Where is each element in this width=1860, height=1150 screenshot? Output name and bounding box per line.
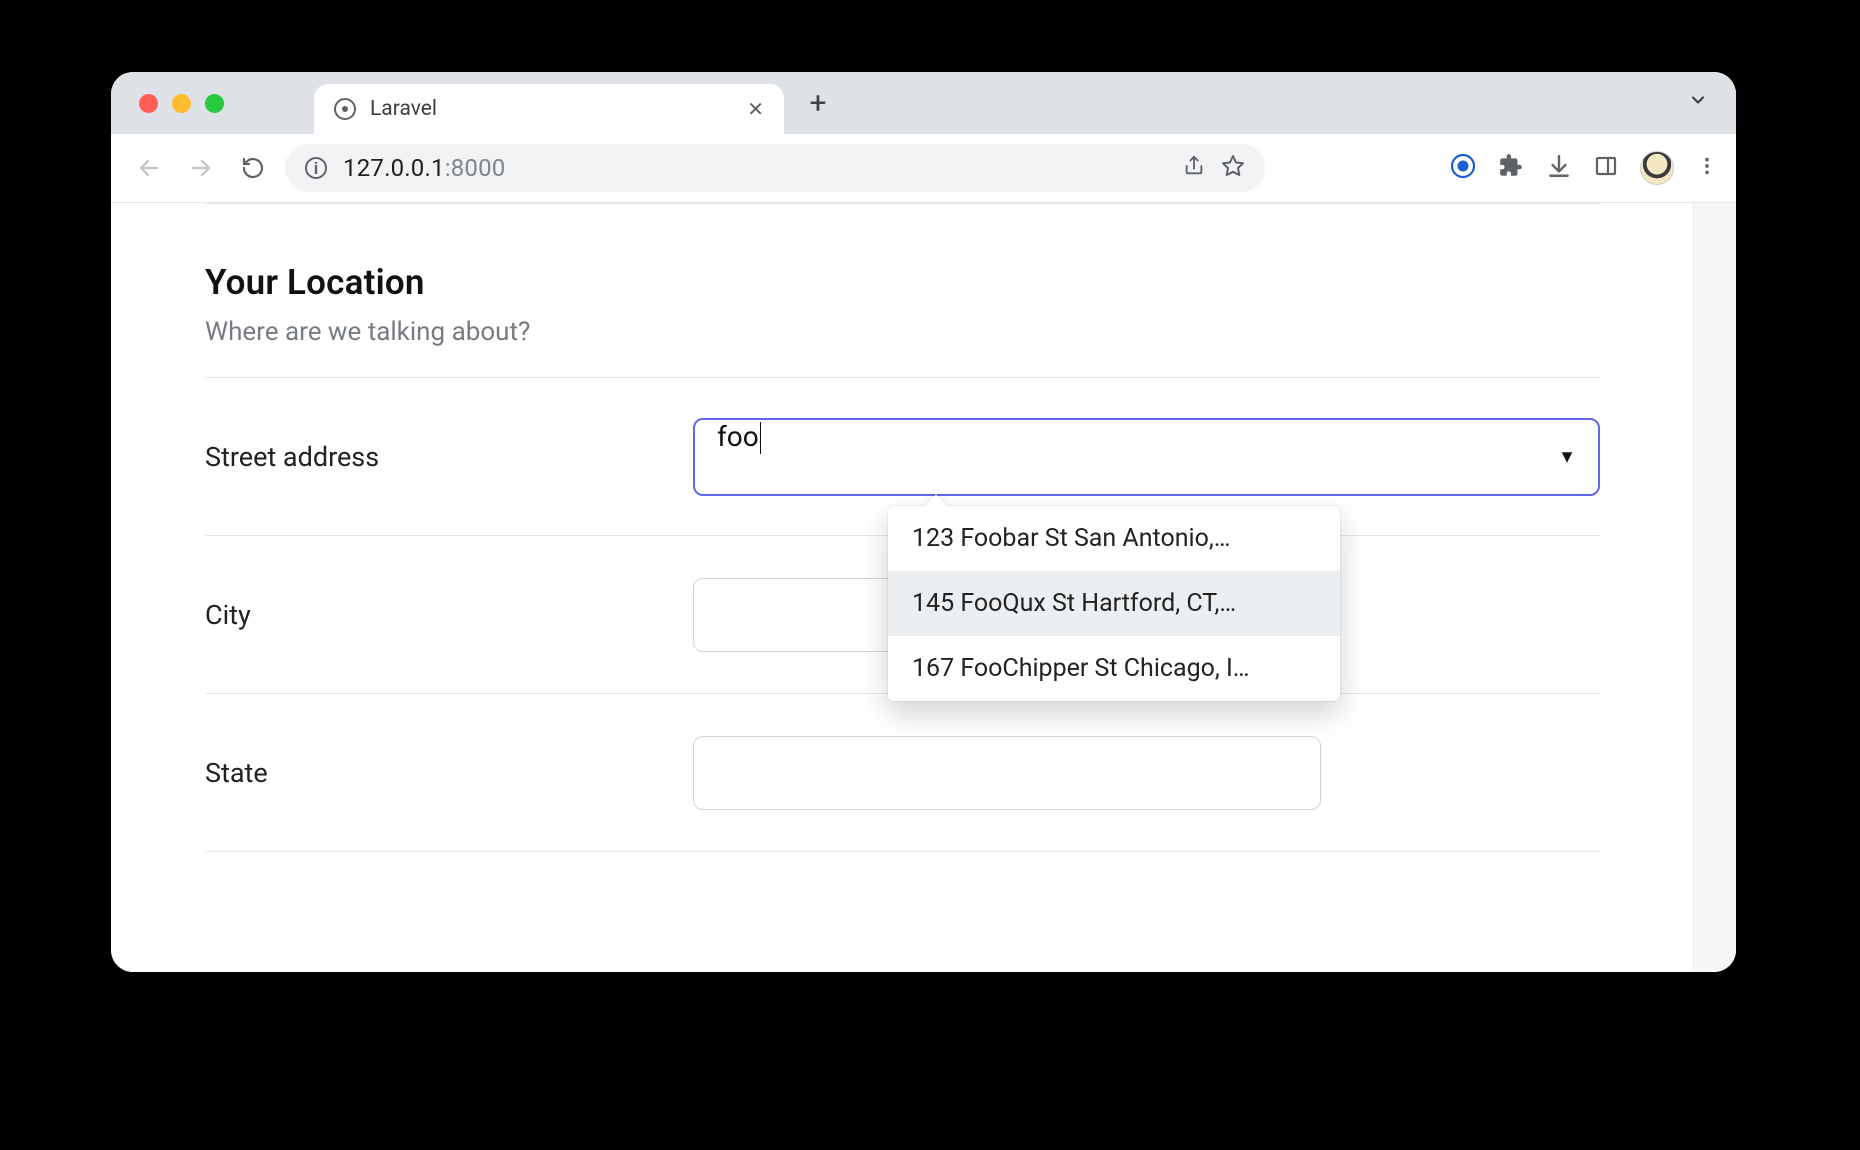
tabs-overflow-button[interactable] (1688, 90, 1736, 116)
profile-avatar[interactable] (1640, 151, 1674, 185)
browser-tab[interactable]: Laravel ✕ (314, 84, 784, 134)
omnibox[interactable]: i 127.0.0.1:8000 (285, 144, 1265, 192)
state-label: State (205, 757, 693, 789)
tab-strip: Laravel ✕ + (111, 72, 1736, 134)
url-port: :8000 (445, 154, 506, 182)
section-title: Your Location (205, 262, 1600, 303)
toolbar-right-icons (1450, 151, 1718, 185)
page-viewport: Your Location Where are we talking about… (111, 202, 1736, 972)
url-host: 127.0.0.1 (343, 154, 445, 182)
field-row-street: Street address foo ▼ 123 Foobar St San A… (205, 377, 1600, 535)
form-page: Your Location Where are we talking about… (111, 203, 1694, 972)
downloads-icon[interactable] (1546, 153, 1572, 183)
state-input[interactable] (693, 736, 1321, 810)
share-icon[interactable] (1183, 155, 1205, 181)
bookmark-star-icon[interactable] (1221, 154, 1245, 182)
suggestion-option[interactable]: 123 Foobar St San Antonio,… (888, 506, 1340, 571)
globe-icon (334, 98, 356, 120)
extensions-icon[interactable] (1498, 153, 1524, 183)
window-controls (139, 94, 224, 113)
back-button[interactable] (129, 148, 169, 188)
window-close-button[interactable] (139, 94, 158, 113)
street-address-combobox[interactable]: foo (693, 418, 1600, 496)
window-zoom-button[interactable] (205, 94, 224, 113)
street-address-value: foo (717, 420, 759, 453)
forward-button[interactable] (181, 148, 221, 188)
new-tab-button[interactable]: + (798, 86, 838, 121)
section-header: Your Location Where are we talking about… (205, 204, 1600, 377)
street-suggestions-listbox: 123 Foobar St San Antonio,… 145 FooQux S… (888, 506, 1340, 701)
street-address-control: foo ▼ 123 Foobar St San Antonio,… 145 Fo… (693, 418, 1600, 496)
tab-title: Laravel (370, 97, 733, 121)
section-subtitle: Where are we talking about? (205, 317, 1600, 347)
city-label: City (205, 599, 693, 631)
window-minimize-button[interactable] (172, 94, 191, 113)
browser-window: Laravel ✕ + i 127.0.0.1:8000 (111, 72, 1736, 972)
suggestion-option[interactable]: 145 FooQux St Hartford, CT,… (888, 571, 1340, 636)
browser-toolbar: i 127.0.0.1:8000 (111, 134, 1736, 202)
url-text: 127.0.0.1:8000 (343, 154, 505, 182)
password-manager-icon[interactable] (1450, 153, 1476, 183)
kebab-menu-icon[interactable] (1696, 155, 1718, 181)
divider (205, 851, 1600, 852)
reload-button[interactable] (233, 148, 273, 188)
street-address-label: Street address (205, 441, 693, 473)
site-info-icon[interactable]: i (305, 157, 327, 179)
close-tab-button[interactable]: ✕ (747, 97, 764, 121)
suggestion-option[interactable]: 167 FooChipper St Chicago, I… (888, 636, 1340, 701)
field-row-state: State (205, 693, 1600, 851)
text-cursor (760, 422, 761, 454)
side-panel-icon[interactable] (1594, 154, 1618, 182)
